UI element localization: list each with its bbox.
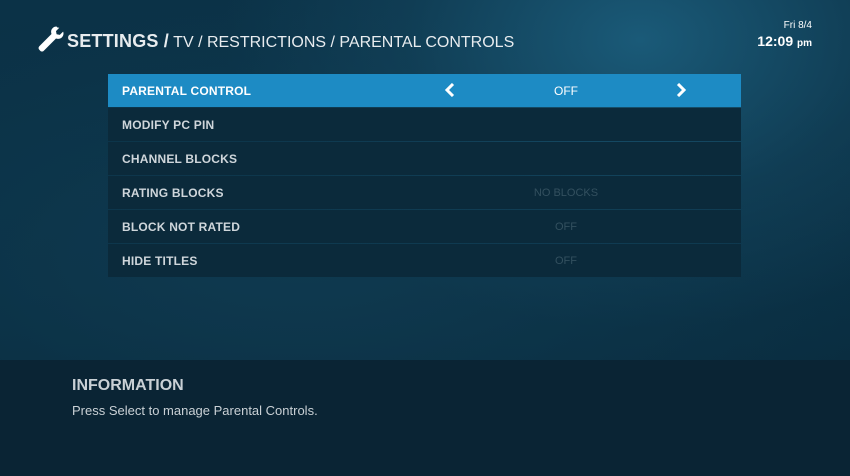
menu-item-label: MODIFY PC PIN [122, 117, 215, 132]
header: SETTINGS / TV / RESTRICTIONS / PARENTAL … [36, 20, 814, 58]
clock-day: Fri 8/4 [783, 20, 812, 31]
menu-item-label: BLOCK NOT RATED [122, 219, 241, 234]
chevron-left-icon[interactable] [444, 83, 456, 97]
wrench-icon [38, 26, 64, 52]
menu-item-modify-pc-pin[interactable]: MODIFY PC PIN [108, 108, 741, 141]
menu-item-value: OFF [555, 254, 577, 267]
menu-item-hide-titles[interactable]: HIDE TITLES OFF [108, 244, 741, 277]
menu-item-rating-blocks[interactable]: RATING BLOCKS NO BLOCKS [108, 176, 741, 209]
menu-item-value: OFF [554, 83, 578, 98]
information-text: Press Select to manage Parental Controls… [72, 403, 318, 418]
menu-item-value: OFF [555, 220, 577, 233]
settings-menu: PARENTAL CONTROL OFF MODIFY PC PIN CHANN… [108, 74, 741, 278]
clock-time: 12:09 pm [757, 32, 812, 53]
clock-time-value: 12:09 [757, 33, 794, 49]
information-heading: INFORMATION [72, 377, 184, 394]
menu-item-channel-blocks[interactable]: CHANNEL BLOCKS [108, 142, 741, 175]
information-panel: INFORMATION Press Select to manage Paren… [0, 360, 850, 476]
menu-item-label: HIDE TITLES [122, 253, 198, 268]
breadcrumb: SETTINGS / TV / RESTRICTIONS / PARENTAL … [67, 31, 514, 52]
clock: Fri 8/4 12:09 pm [757, 20, 812, 53]
menu-item-label: RATING BLOCKS [122, 185, 224, 200]
menu-item-parental-control[interactable]: PARENTAL CONTROL OFF [108, 74, 741, 107]
menu-item-label: PARENTAL CONTROL [122, 83, 252, 98]
menu-item-value: NO BLOCKS [533, 186, 599, 199]
menu-item-label: CHANNEL BLOCKS [122, 151, 238, 166]
chevron-right-icon[interactable] [675, 83, 687, 97]
page-title: SETTINGS / [67, 31, 170, 51]
breadcrumb-path: TV / RESTRICTIONS / PARENTAL CONTROLS [173, 34, 515, 51]
menu-item-block-not-rated[interactable]: BLOCK NOT RATED OFF [108, 210, 741, 243]
clock-ampm: pm [797, 38, 812, 49]
